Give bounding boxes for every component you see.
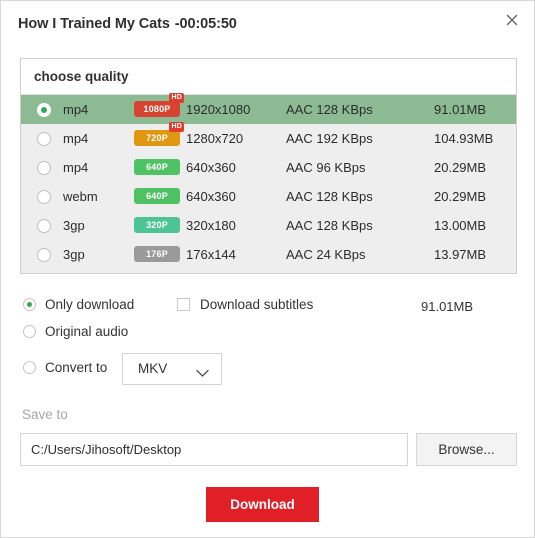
convert-format-value: MKV	[138, 361, 168, 376]
download-subtitles-checkbox-indicator	[177, 298, 190, 311]
quality-row-radio[interactable]	[37, 247, 51, 262]
page-title: How I Trained My Cats -00:05:50	[18, 16, 237, 32]
original-audio-label: Original audio	[45, 324, 129, 339]
quality-badge-wrapper: 640P	[134, 187, 180, 204]
quality-resolution: 1920x1080	[186, 102, 251, 117]
quality-filesize: 13.97MB	[434, 247, 487, 262]
table-row[interactable]: 3gp 176P 176x144 AAC 24 KBps 13.97MB	[21, 240, 516, 269]
quality-format: mp4	[63, 131, 89, 146]
only-download-radio-indicator	[23, 298, 36, 311]
options-row-2: Original audio	[1, 323, 534, 353]
quality-table: choose quality mp4 1080P HD 1920x1080 AAC 12…	[20, 58, 517, 274]
quality-resolution: 320x180	[186, 218, 236, 233]
options-row-3: Convert to MKV	[1, 353, 534, 393]
original-audio-radio-indicator	[23, 325, 36, 338]
quality-filesize: 20.29MB	[434, 160, 487, 175]
convert-format-select[interactable]: MKV	[122, 353, 222, 385]
quality-badge-wrapper: 640P	[134, 158, 180, 175]
quality-row-radio[interactable]	[37, 189, 51, 204]
quality-filesize: 104.93MB	[434, 131, 494, 146]
close-icon[interactable]	[499, 7, 525, 33]
quality-badge-wrapper: 1080P HD	[134, 93, 184, 117]
quality-resolution: 640x360	[186, 160, 236, 175]
quality-row-radio[interactable]	[37, 160, 51, 175]
video-title: How I Trained My Cats	[18, 16, 170, 32]
quality-audio: AAC 128 KBps	[286, 189, 373, 204]
total-size-value: 91.01MB	[421, 299, 474, 314]
quality-audio: AAC 128 KBps	[286, 102, 373, 117]
quality-format: mp4	[63, 160, 89, 175]
quality-audio: AAC 96 KBps	[286, 160, 366, 175]
original-audio-radio[interactable]: Original audio	[23, 324, 128, 339]
convert-to-label: Convert to	[45, 360, 108, 375]
quality-badge-wrapper: 176P	[134, 245, 180, 262]
quality-badge: 176P	[134, 246, 180, 262]
quality-badge: 1080P HD	[134, 93, 184, 117]
quality-row-radio[interactable]	[37, 131, 51, 146]
quality-table-header: choose quality	[21, 59, 516, 95]
quality-badge-wrapper: 720P HD	[134, 122, 184, 146]
quality-audio: AAC 24 KBps	[286, 247, 366, 262]
quality-row-radio[interactable]	[37, 218, 51, 233]
quality-resolution: 176x144	[186, 247, 236, 262]
quality-filesize: 13.00MB	[434, 218, 487, 233]
quality-badge: 640P	[134, 188, 180, 204]
only-download-radio[interactable]: Only download	[23, 297, 134, 312]
quality-filesize: 91.01MB	[434, 102, 487, 117]
dialog-titlebar: How I Trained My Cats -00:05:50	[1, 1, 534, 47]
convert-to-radio-indicator	[23, 361, 36, 374]
quality-badge-wrapper: 320P	[134, 216, 180, 233]
save-path-input[interactable]	[20, 433, 408, 466]
table-row[interactable]: mp4 640P 640x360 AAC 96 KBps 20.29MB	[21, 153, 516, 182]
video-duration: -00:05:50	[174, 16, 237, 32]
download-subtitles-checkbox[interactable]: Download subtitles	[177, 297, 313, 312]
options-section: Only download Download subtitles 91.01MB…	[1, 293, 534, 393]
convert-to-radio[interactable]: Convert to	[23, 360, 107, 375]
quality-badge: 640P	[134, 159, 180, 175]
table-row[interactable]: mp4 1080P HD 1920x1080 AAC 128 KBps 91.01MB	[21, 93, 516, 124]
table-row[interactable]: mp4 720P HD 1280x720 AAC 192 KBps 104.93MB	[21, 122, 516, 153]
quality-row-radio[interactable]	[37, 102, 51, 117]
quality-filesize: 20.29MB	[434, 189, 487, 204]
quality-resolution: 1280x720	[186, 131, 244, 146]
quality-badge: 320P	[134, 217, 180, 233]
quality-format: webm	[63, 189, 98, 204]
chevron-down-icon	[196, 365, 209, 383]
table-row[interactable]: webm 640P 640x360 AAC 128 KBps 20.29MB	[21, 182, 516, 211]
quality-format: 3gp	[63, 218, 85, 233]
quality-resolution: 640x360	[186, 189, 236, 204]
quality-format: 3gp	[63, 247, 85, 262]
download-subtitles-label: Download subtitles	[200, 297, 314, 312]
download-dialog: How I Trained My Cats -00:05:50 choose qu…	[0, 0, 535, 538]
quality-audio: AAC 128 KBps	[286, 218, 373, 233]
quality-row-list: mp4 1080P HD 1920x1080 AAC 128 KBps 91.01MB mp…	[21, 93, 516, 273]
table-row[interactable]: 3gp 320P 320x180 AAC 128 KBps 13.00MB	[21, 211, 516, 240]
quality-format: mp4	[63, 102, 89, 117]
only-download-label: Only download	[45, 297, 135, 312]
options-row-1: Only download Download subtitles 91.01MB	[1, 293, 534, 323]
browse-button[interactable]: Browse...	[416, 433, 517, 466]
quality-audio: AAC 192 KBps	[286, 131, 373, 146]
download-button[interactable]: Download	[206, 487, 319, 522]
save-to-label: Save to	[22, 407, 68, 422]
quality-badge: 720P HD	[134, 122, 184, 146]
hd-tag: HD	[169, 122, 184, 132]
hd-tag: HD	[169, 93, 184, 103]
